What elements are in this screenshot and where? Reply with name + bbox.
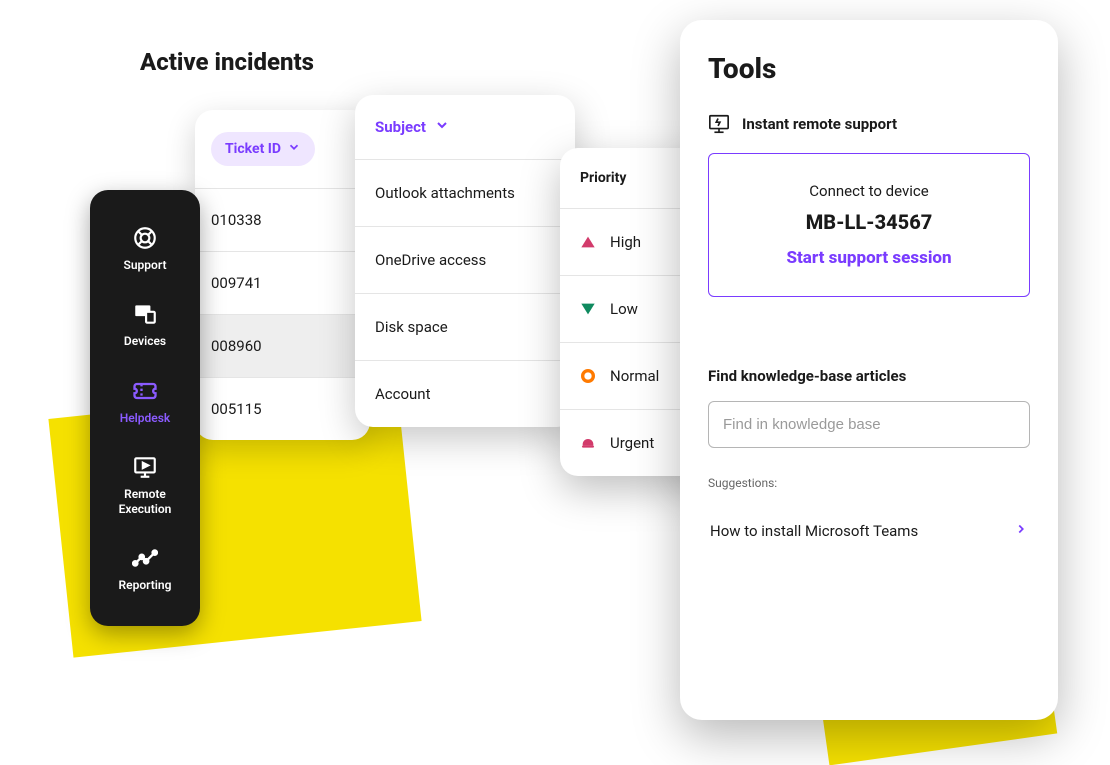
play-monitor-icon	[131, 453, 159, 481]
table-row[interactable]: 010338	[195, 188, 370, 251]
table-row[interactable]: 008960	[195, 314, 370, 377]
start-support-session-button[interactable]: Start support session	[729, 248, 1009, 268]
ticket-id-column: Ticket ID 010338 009741 008960 005115	[195, 110, 370, 440]
sidebar-item-devices[interactable]: Devices	[96, 286, 194, 362]
devices-icon	[131, 300, 159, 328]
ticket-id-header-label: Ticket ID	[225, 141, 281, 157]
sidebar-item-label: Devices	[124, 334, 166, 348]
sidebar-item-remote-execution[interactable]: Remote Execution	[96, 439, 194, 530]
priority-urgent-icon	[580, 435, 596, 451]
sidebar-item-label: Remote Execution	[100, 487, 190, 516]
table-row[interactable]: Outlook attachments	[355, 159, 575, 226]
table-row[interactable]: Disk space	[355, 293, 575, 360]
sidebar-item-label: Helpdesk	[120, 411, 171, 425]
sidebar: Support Devices Helpdesk Remote Executio…	[90, 190, 200, 626]
chevron-down-icon	[434, 117, 450, 137]
monitor-bolt-icon	[708, 113, 730, 135]
priority-high-icon	[580, 234, 596, 250]
chevron-right-icon	[1014, 520, 1028, 541]
section-title: Active incidents	[140, 48, 314, 76]
kb-section-label: Find knowledge-base articles	[708, 367, 1030, 385]
table-row[interactable]: Account	[355, 360, 575, 427]
sidebar-item-support[interactable]: Support	[96, 210, 194, 286]
priority-normal-icon	[580, 368, 596, 384]
connect-to-device-label: Connect to device	[729, 182, 1009, 200]
tools-panel: Tools Instant remote support Connect to …	[680, 20, 1058, 720]
kb-suggestions-label: Suggestions:	[708, 476, 1030, 490]
chart-line-icon	[131, 544, 159, 572]
priority-low-icon	[580, 301, 596, 317]
sidebar-item-label: Reporting	[119, 578, 172, 592]
table-row[interactable]: 009741	[195, 251, 370, 314]
chevron-down-icon	[287, 140, 301, 158]
ticket-id-header[interactable]: Ticket ID	[195, 110, 370, 188]
lifebuoy-icon	[131, 224, 159, 252]
table-row[interactable]: OneDrive access	[355, 226, 575, 293]
tools-title: Tools	[708, 52, 1030, 85]
subject-header-label: Subject	[375, 118, 426, 136]
subject-column: Subject Outlook attachments OneDrive acc…	[355, 95, 575, 427]
sidebar-item-helpdesk[interactable]: Helpdesk	[96, 363, 194, 439]
remote-support-label: Instant remote support	[708, 113, 1030, 135]
subject-header[interactable]: Subject	[355, 95, 575, 159]
sidebar-item-label: Support	[124, 258, 167, 272]
kb-suggestion-item[interactable]: How to install Microsoft Teams	[708, 510, 1030, 551]
table-row[interactable]: 005115	[195, 377, 370, 440]
sidebar-item-reporting[interactable]: Reporting	[96, 530, 194, 606]
connect-device-box: Connect to device MB-LL-34567 Start supp…	[708, 153, 1030, 297]
device-name: MB-LL-34567	[729, 210, 1009, 234]
priority-header-label: Priority	[580, 170, 626, 186]
kb-search-input[interactable]	[708, 401, 1030, 448]
ticket-icon	[131, 377, 159, 405]
